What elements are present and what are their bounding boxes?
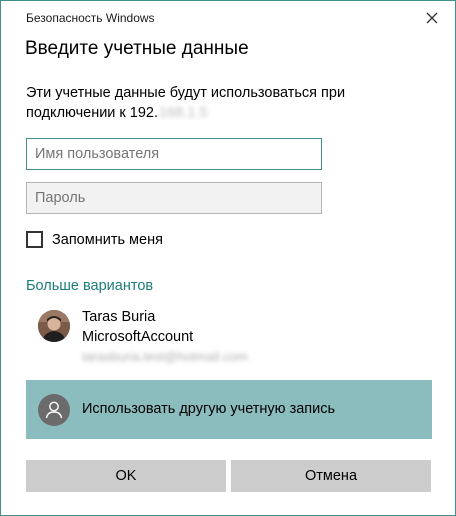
- account-type: MicrosoftAccount: [82, 329, 194, 345]
- use-other-account-label: Использовать другую учетную запись: [82, 401, 336, 417]
- remember-me-label: Запомнить меня: [52, 231, 163, 248]
- user-avatar-photo: [38, 310, 70, 342]
- close-button[interactable]: [419, 5, 445, 31]
- account-name: Taras Buria: [82, 309, 156, 325]
- hidden-ip-address: 168.1.5: [159, 105, 208, 121]
- remember-me-checkbox[interactable]: Запомнить меня: [26, 231, 163, 248]
- dialog-heading: Введите учетные данные: [25, 38, 249, 59]
- account-option-microsoft[interactable]: Taras Buria MicrosoftAccount tarasburia.…: [26, 304, 432, 370]
- close-icon: [426, 12, 438, 24]
- username-input[interactable]: [26, 138, 322, 170]
- checkbox-icon[interactable]: [26, 231, 43, 248]
- hidden-account-email: tarasburia.test@hotmail.com: [82, 349, 248, 364]
- ok-button[interactable]: OK: [26, 460, 226, 492]
- dialog-description: Эти учетные данные будут использоваться …: [26, 83, 426, 123]
- use-other-account-option[interactable]: Использовать другую учетную запись: [26, 380, 432, 439]
- password-input[interactable]: [26, 182, 322, 214]
- window-title: Безопасность Windows: [26, 11, 155, 25]
- more-options-link[interactable]: Больше вариантов: [26, 278, 153, 294]
- credentials-dialog: Безопасность Windows Введите учетные дан…: [0, 0, 456, 516]
- person-icon: [38, 394, 70, 426]
- cancel-button[interactable]: Отмена: [231, 460, 431, 492]
